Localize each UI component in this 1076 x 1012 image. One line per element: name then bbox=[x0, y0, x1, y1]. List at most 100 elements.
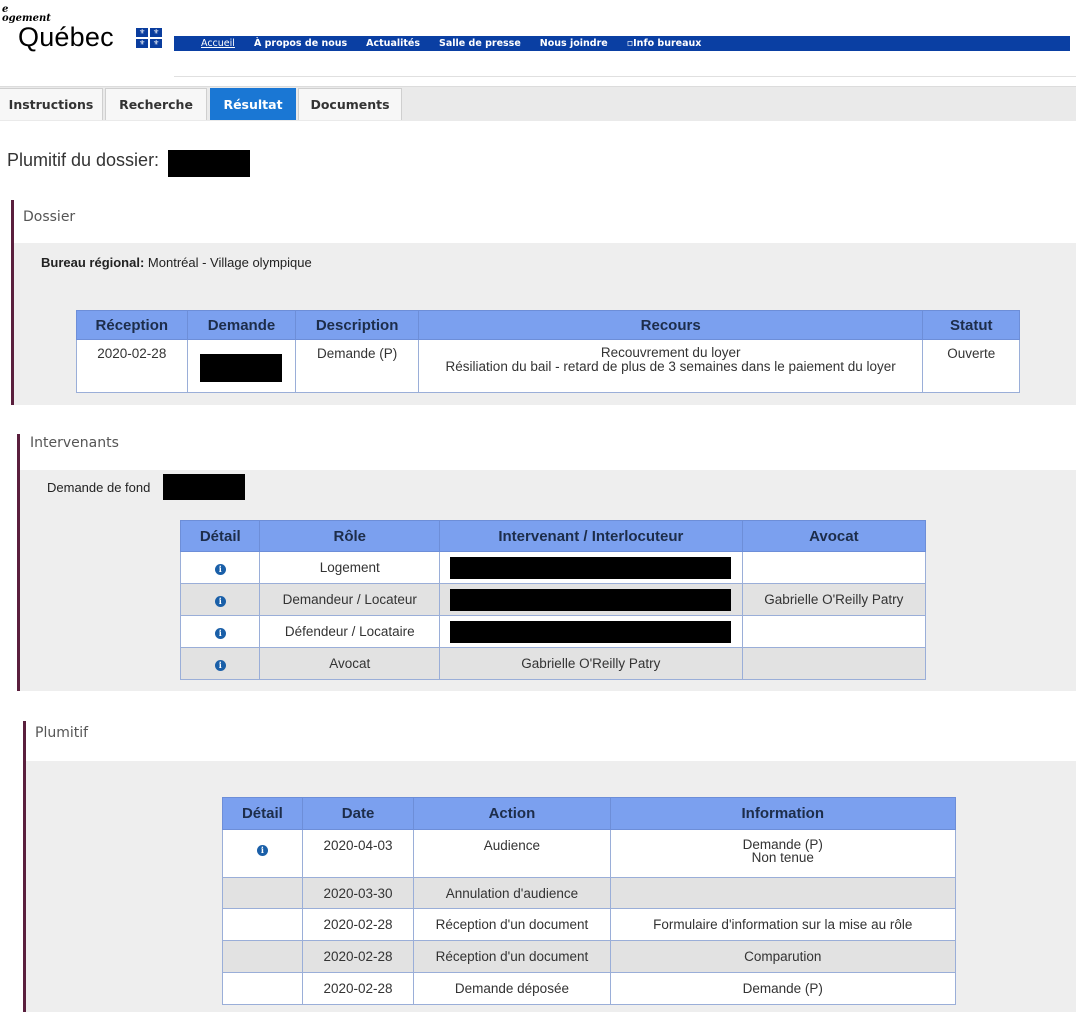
col-detail: Détail bbox=[179, 520, 261, 552]
bureau-value: Montréal - Village olympique bbox=[147, 255, 312, 270]
info-icon[interactable]: i bbox=[214, 660, 226, 671]
cell-statut: Ouverte bbox=[922, 339, 1020, 393]
cell-demande bbox=[186, 339, 297, 393]
plumitif-table: Détail Date Action Information i 2020-04… bbox=[222, 797, 957, 1005]
information-cell: Comparution bbox=[609, 940, 957, 973]
tab-instructions[interactable]: Instructions bbox=[0, 88, 103, 120]
top-navigation: Accueil À propos de nous Actualités Sall… bbox=[174, 36, 1070, 51]
nav-a-propos[interactable]: À propos de nous bbox=[254, 38, 347, 49]
cell-reception: 2020-02-28 bbox=[76, 339, 188, 393]
table-row: i Demandeur / Locateur Gabrielle O'Reill… bbox=[179, 583, 927, 616]
col-avocat: Avocat bbox=[741, 520, 927, 552]
dossier-table: Réception Demande Description Recours St… bbox=[76, 310, 1020, 393]
col-reception: Réception bbox=[76, 310, 188, 340]
table-row: 2020-03-30 Annulation d'audience bbox=[222, 877, 957, 909]
nav-nous-joindre[interactable]: Nous joindre bbox=[540, 38, 608, 49]
section-title-intervenants: Intervenants bbox=[30, 435, 119, 451]
table-row: i Défendeur / Locataire bbox=[179, 615, 927, 648]
action-cell: Réception d'un document bbox=[413, 940, 611, 973]
date-cell: 2020-02-28 bbox=[301, 940, 415, 973]
info-icon[interactable]: i bbox=[256, 845, 268, 856]
col-intervenant: Intervenant / Interlocuteur bbox=[439, 520, 743, 552]
quebec-logo[interactable]: Québec bbox=[18, 22, 114, 53]
action-cell: Audience bbox=[413, 829, 611, 878]
col-action: Action bbox=[413, 797, 611, 830]
detail-cell bbox=[222, 908, 303, 941]
quebec-flag-icon: ⚜ ⚜ ⚜ ⚜ bbox=[136, 28, 162, 48]
detail-cell: i bbox=[179, 551, 261, 584]
table-row: 2020-02-28 Réception d'un document Compa… bbox=[222, 940, 957, 973]
avocat-cell bbox=[741, 551, 927, 584]
bureau-regional: Bureau régional: Montréal - Village olym… bbox=[41, 255, 312, 270]
redacted-demande-de-fond bbox=[163, 474, 245, 500]
col-detail: Détail bbox=[222, 797, 303, 830]
role-cell: Logement bbox=[259, 551, 441, 584]
intervenant-cell bbox=[439, 615, 743, 648]
action-cell: Demande déposée bbox=[413, 972, 611, 1005]
role-cell: Avocat bbox=[259, 647, 441, 680]
col-date: Date bbox=[301, 797, 415, 830]
redacted-dossier-number bbox=[168, 150, 250, 177]
nav-actualites[interactable]: Actualités bbox=[366, 38, 420, 49]
nav-accueil[interactable]: Accueil bbox=[201, 38, 235, 49]
information-cell: Demande (P) bbox=[609, 972, 957, 1005]
col-role: Rôle bbox=[259, 520, 441, 552]
table-row: i Logement bbox=[179, 551, 927, 584]
nav-info-bureaux[interactable]: ▫Info bureaux bbox=[627, 38, 702, 49]
detail-cell: i bbox=[179, 647, 261, 680]
intervenants-table: Détail Rôle Intervenant / Interlocuteur … bbox=[179, 520, 927, 680]
table-row: i 2020-04-03 Audience Demande (P) Non te… bbox=[222, 829, 957, 878]
info-icon[interactable]: i bbox=[214, 628, 226, 639]
col-description: Description bbox=[295, 310, 419, 340]
nav-salle-de-presse[interactable]: Salle de presse bbox=[439, 38, 521, 49]
detail-cell bbox=[222, 877, 303, 909]
intervenant-cell bbox=[439, 551, 743, 584]
demande-de-fond-label: Demande de fond bbox=[47, 480, 151, 495]
role-cell: Défendeur / Locataire bbox=[259, 615, 441, 648]
section-title-dossier: Dossier bbox=[23, 209, 76, 225]
info-icon[interactable]: i bbox=[214, 564, 226, 575]
col-statut: Statut bbox=[922, 310, 1020, 340]
col-information: Information bbox=[609, 797, 957, 830]
detail-cell: i bbox=[179, 583, 261, 616]
redacted-intervenant bbox=[450, 557, 732, 579]
intervenant-cell bbox=[439, 583, 743, 616]
date-cell: 2020-03-30 bbox=[301, 877, 415, 909]
role-cell: Demandeur / Locateur bbox=[259, 583, 441, 616]
col-recours: Recours bbox=[417, 310, 924, 340]
tab-resultat[interactable]: Résultat bbox=[210, 88, 296, 120]
logo-subtitle: e ogement bbox=[2, 4, 51, 24]
date-cell: 2020-04-03 bbox=[301, 829, 415, 878]
avocat-cell: Gabrielle O'Reilly Patry bbox=[741, 583, 927, 616]
tab-documents[interactable]: Documents bbox=[298, 88, 402, 120]
table-row: 2020-02-28 Demande (P) Recouvrement du l… bbox=[76, 339, 1020, 393]
avocat-cell bbox=[741, 647, 927, 680]
info-icon[interactable]: i bbox=[214, 596, 226, 607]
detail-cell bbox=[222, 972, 303, 1005]
information-cell: Formulaire d'information sur la mise au … bbox=[609, 908, 957, 941]
date-cell: 2020-02-28 bbox=[301, 972, 415, 1005]
tab-recherche[interactable]: Recherche bbox=[105, 88, 207, 120]
table-row: 2020-02-28 Demande déposée Demande (P) bbox=[222, 972, 957, 1005]
information-cell: Demande (P) Non tenue bbox=[609, 829, 957, 878]
table-row: 2020-02-28 Réception d'un document Formu… bbox=[222, 908, 957, 941]
redacted-intervenant bbox=[450, 621, 732, 643]
information-cell bbox=[609, 877, 957, 909]
date-cell: 2020-02-28 bbox=[301, 908, 415, 941]
intervenant-cell: Gabrielle O'Reilly Patry bbox=[439, 647, 743, 680]
action-cell: Annulation d'audience bbox=[413, 877, 611, 909]
cell-description: Demande (P) bbox=[295, 339, 419, 393]
col-demande: Demande bbox=[186, 310, 297, 340]
redacted-intervenant bbox=[450, 589, 732, 611]
dossier-label: Plumitif du dossier: bbox=[7, 150, 160, 170]
bureau-label: Bureau régional: bbox=[41, 255, 145, 270]
action-cell: Réception d'un document bbox=[413, 908, 611, 941]
avocat-cell bbox=[741, 615, 927, 648]
header-divider bbox=[174, 76, 1076, 77]
table-row: i Avocat Gabrielle O'Reilly Patry bbox=[179, 647, 927, 680]
redacted-demande-number bbox=[200, 353, 283, 382]
detail-cell: i bbox=[179, 615, 261, 648]
detail-cell bbox=[222, 940, 303, 973]
cell-recours: Recouvrement du loyer Résiliation du bai… bbox=[417, 339, 924, 393]
detail-cell: i bbox=[222, 829, 303, 878]
